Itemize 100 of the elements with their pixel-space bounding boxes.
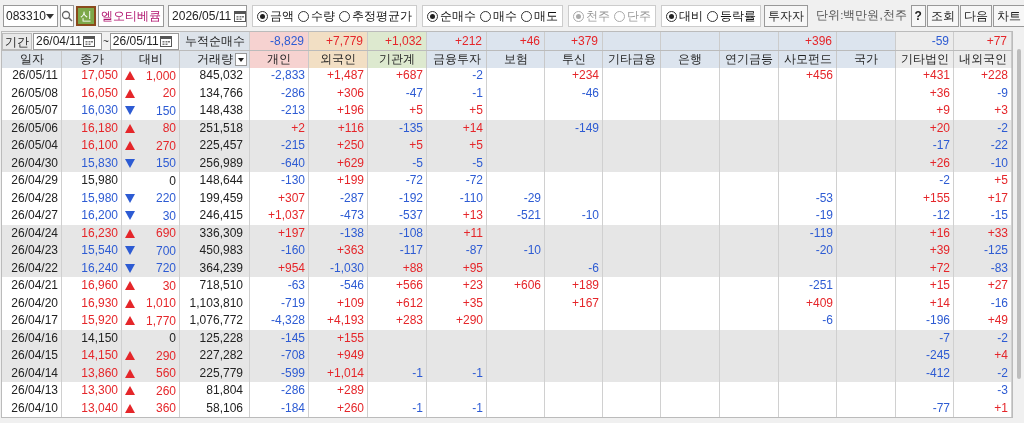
toolbar-button[interactable]: 조회 [926,5,959,27]
date-cell: 26/04/27 [2,207,62,225]
column-header[interactable]: 연기금등 [720,51,779,68]
toolbar-button[interactable]: 차트 [992,5,1024,27]
dropdown-icon[interactable] [46,13,55,19]
radio-option[interactable]: 금액 [257,7,295,25]
net-buy-cell: +456 [779,67,837,85]
radio-option[interactable]: 수량 [298,7,336,25]
total-cell: +396 [779,32,837,50]
column-header[interactable]: 내외국인 [954,51,1012,68]
close-cell: 13,300 [62,382,122,400]
radio-icon[interactable] [521,10,533,22]
column-header[interactable]: 보험 [487,51,545,68]
radio-icon[interactable] [257,10,269,22]
net-buy-cell: -2,833 [250,67,309,85]
radio-option[interactable]: 추정평균가 [339,7,413,25]
net-buy-cell: -72 [368,172,427,190]
radio-icon[interactable] [666,10,678,22]
radio-icon[interactable] [339,10,351,22]
net-buy-cell: -546 [309,277,368,295]
net-buy-cell: -4,328 [250,312,309,330]
investor-button[interactable]: 투자자 [764,5,809,27]
dropdown-icon[interactable] [235,53,247,66]
net-buy-cell: +15 [896,277,954,295]
change-cell-text: 690 [155,225,176,243]
net-buy-cell: +431 [896,67,954,85]
column-header[interactable]: 종가 [62,51,122,68]
column-header[interactable]: 국가 [837,51,896,68]
change-cell-text: 560 [155,365,176,383]
volume-cell: 718,510 [180,277,250,295]
change-cell-text: 700 [155,242,176,260]
column-header[interactable]: 은행 [661,51,720,68]
column-header[interactable]: 개인 [250,51,309,68]
calendar-icon[interactable] [234,10,247,22]
column-header[interactable]: 거래량 [180,51,250,68]
radio-option[interactable]: 순매수 [427,7,477,25]
column-header[interactable]: 기타금융 [603,51,661,68]
table-row[interactable]: 26/04/23 15,540 700 450,983 -160 +363 -117 -87 -10 -20 +39 -125 [2,242,1012,260]
volume-cell: 227,282 [180,347,250,365]
close-cell: 17,050 [62,67,122,85]
net-buy-cell: +27 [954,277,1012,295]
radio-icon[interactable] [298,10,310,22]
column-header[interactable]: 기관계 [368,51,427,68]
date-cell: 26/04/15 [2,347,62,365]
net-buy-cell: +260 [309,399,368,417]
radio-option[interactable]: 대비 [666,7,704,25]
net-buy-cell: +5 [427,137,487,155]
net-buy-cell: -196 [896,312,954,330]
net-buy-cell: +363 [309,242,368,260]
volume-cell: 148,644 [180,172,250,190]
down-triangle-icon [125,106,135,116]
net-buy-cell: +566 [368,277,427,295]
column-header[interactable]: 대비 [122,51,180,68]
column-header[interactable]: 기타법인 [896,51,954,68]
net-buy-cell: +606 [487,277,545,295]
change-cell-text: 1,000 [145,67,176,85]
column-header[interactable]: 사모펀드 [779,51,837,68]
column-header[interactable]: 외국인 [309,51,368,68]
search-button[interactable] [60,5,75,27]
change-cell-text: 1,770 [145,312,176,330]
net-buy-cell: +5 [368,102,427,120]
net-buy-cell: +196 [309,102,368,120]
net-buy-cell: -6 [779,312,837,330]
net-buy-cell: +5 [427,102,487,120]
stock-name-field[interactable]: 엘오티베큠 [98,5,165,27]
net-buy-cell: -251 [779,277,837,295]
end-date-field[interactable]: 26/05/11 [109,32,179,50]
toolbar-button[interactable]: ? [910,5,926,27]
column-header[interactable]: 투신 [545,51,603,68]
radio-option[interactable]: 매도 [521,7,559,25]
start-date-field[interactable]: 26/04/11 [33,32,102,50]
stock-code-field[interactable]: 083310 [3,5,59,27]
table-row[interactable]: 26/05/04 16,100 270 225,457 -215 +250 +5 +5 -17 -22 [2,137,1012,155]
change-cell-text: 0 [169,330,176,348]
net-buy-cell: -12 [896,207,954,225]
net-buy-cell: +234 [545,67,603,85]
net-buy-cell: -72 [427,172,487,190]
radio-option[interactable]: 매수 [480,7,518,25]
total-cell: -59 [896,32,954,50]
column-header[interactable]: 금융투자 [427,51,487,68]
net-buy-cell: -117 [368,242,427,260]
date-field[interactable]: 2026/05/11 [168,5,248,27]
date-cell: 26/04/21 [2,277,62,295]
radio-icon[interactable] [480,10,492,22]
change-cell-text: 150 [155,155,176,173]
net-buy-cell: +949 [309,347,368,365]
volume-cell: 450,983 [180,242,250,260]
change-cell-text: 1,010 [145,295,176,313]
calendar-icon[interactable] [159,35,172,47]
range-separator: ~ [103,34,109,49]
column-header[interactable]: 일자 [2,51,62,68]
calendar-icon[interactable] [82,35,95,47]
radio-icon[interactable] [427,10,439,22]
radio-icon[interactable] [707,10,719,22]
net-buy-cell: +283 [368,312,427,330]
total-cell [661,32,720,50]
net-buy-cell: +1,487 [309,67,368,85]
table-row[interactable]: 26/04/15 14,150 290 227,282 -708 +949 -245 +4 [2,347,1012,365]
toolbar-button[interactable]: 다음 [959,5,992,27]
radio-option[interactable]: 등락률 [707,7,757,25]
